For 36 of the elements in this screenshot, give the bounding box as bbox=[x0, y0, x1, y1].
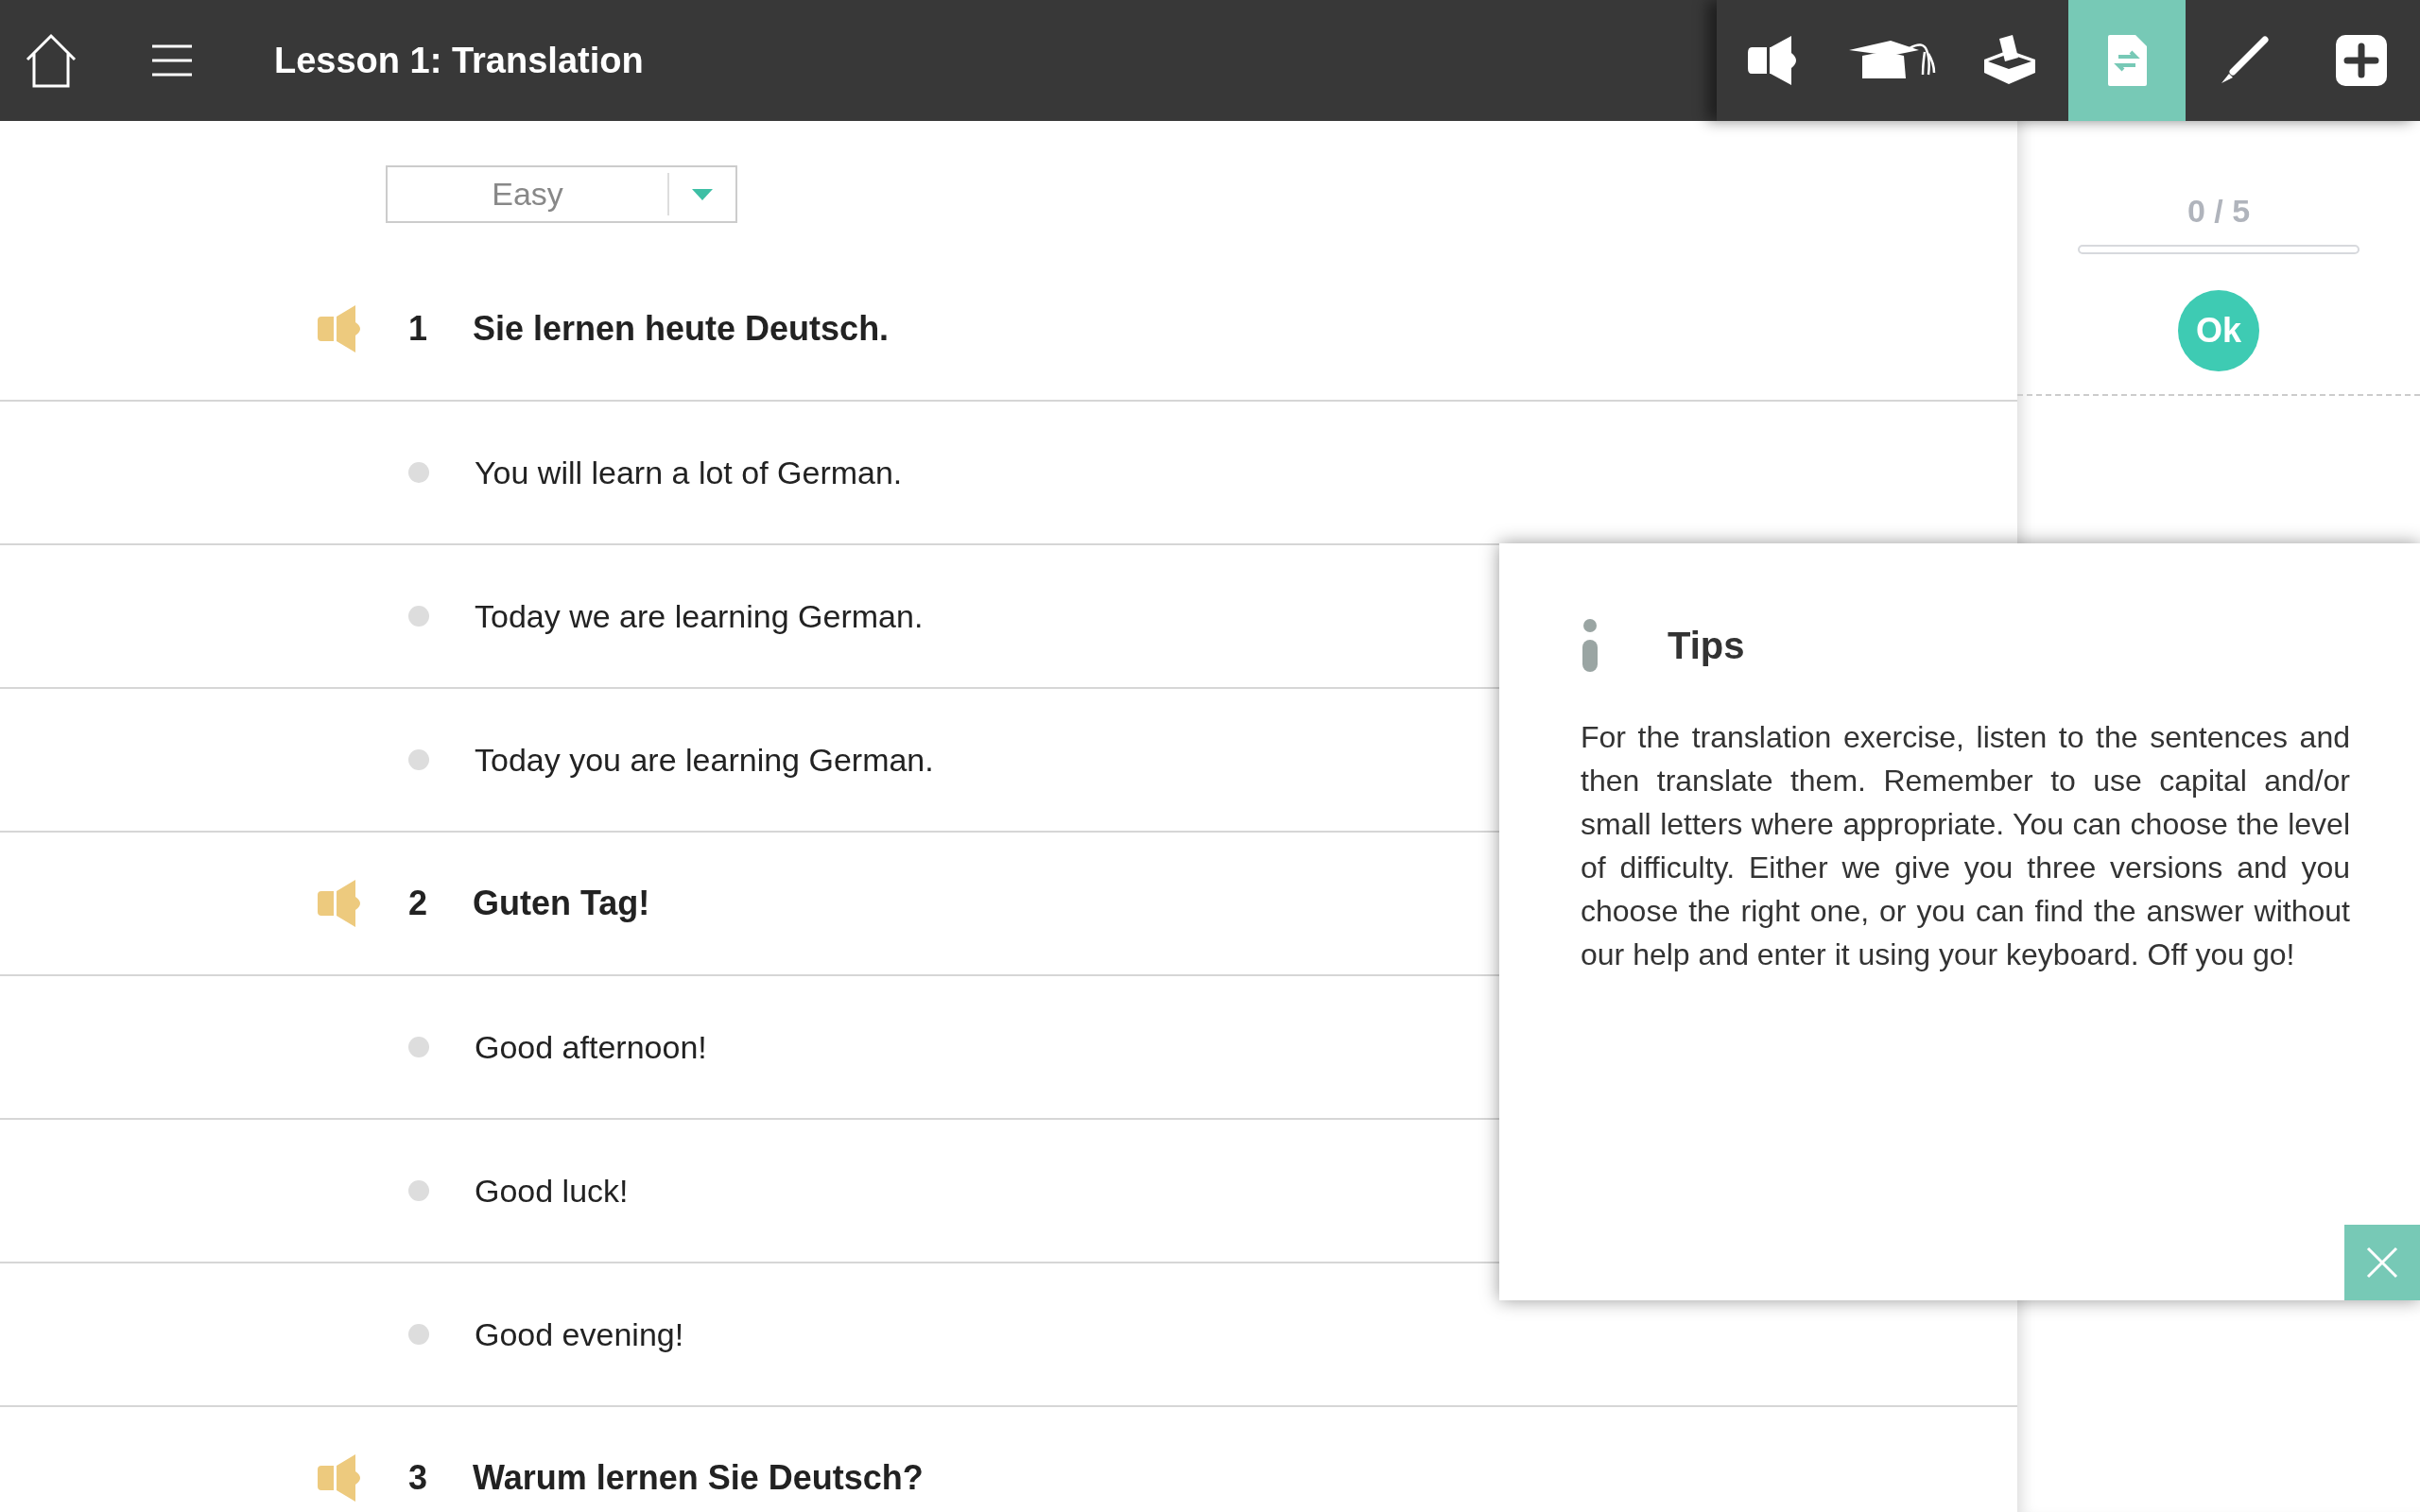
ballot-box-icon bbox=[1982, 35, 2037, 86]
toolbar-button[interactable] bbox=[2303, 0, 2420, 121]
score-text: 0 / 5 bbox=[2187, 192, 2251, 231]
answer-option[interactable]: Today we are learning German. bbox=[475, 592, 924, 641]
tips-title: Tips bbox=[1668, 624, 1745, 668]
sentence-text: Warum lernen Sie Deutsch? bbox=[473, 1457, 924, 1499]
tips-text: For the translation exercise, listen to the sentences and then translate them. Remember to use capital and/or small letters where appropriate. You can choose the level of difficulty. Either we give you three versions and you choose the right one, or you can find the answer without our help and enter it using your keyboard. Off you go! bbox=[1581, 719, 2350, 973]
radio-dot[interactable] bbox=[408, 1324, 429, 1345]
toolbar-button[interactable] bbox=[1951, 0, 2068, 121]
difficulty-dropdown[interactable]: Easy bbox=[386, 165, 737, 223]
sentence-text: Sie lernen heute Deutsch. bbox=[473, 308, 890, 350]
close-icon bbox=[2366, 1246, 2398, 1279]
radio-dot[interactable] bbox=[408, 606, 429, 627]
toolbar-button[interactable] bbox=[2186, 0, 2303, 121]
answer-option[interactable]: Good evening! bbox=[475, 1310, 684, 1359]
sentence-number: 2 bbox=[407, 883, 429, 924]
sentence-text: Guten Tag! bbox=[473, 883, 650, 924]
sentence-number: 3 bbox=[407, 1457, 429, 1499]
lesson-title: Lesson 1: Translation bbox=[274, 39, 644, 82]
document-swap-icon bbox=[2107, 35, 2147, 86]
answer-option[interactable]: Good afternoon! bbox=[475, 1022, 707, 1072]
radio-dot[interactable] bbox=[408, 1037, 429, 1057]
pen-icon bbox=[2220, 36, 2269, 85]
add-icon bbox=[2336, 35, 2387, 86]
toolbar-button[interactable] bbox=[1717, 0, 1834, 121]
answer-option[interactable]: Today you are learning German. bbox=[475, 735, 934, 784]
radio-dot[interactable] bbox=[408, 749, 429, 770]
answer-option[interactable]: You will learn a lot of German. bbox=[475, 448, 903, 497]
menu-icon[interactable] bbox=[151, 44, 193, 77]
radio-dot[interactable] bbox=[408, 1180, 429, 1201]
close-button[interactable] bbox=[2344, 1225, 2420, 1300]
sentence-number: 1 bbox=[407, 308, 429, 350]
info-icon bbox=[1581, 619, 1599, 672]
radio-dot[interactable] bbox=[408, 462, 429, 483]
answer-option[interactable]: Good luck! bbox=[475, 1166, 629, 1215]
caret-icon bbox=[692, 188, 713, 200]
